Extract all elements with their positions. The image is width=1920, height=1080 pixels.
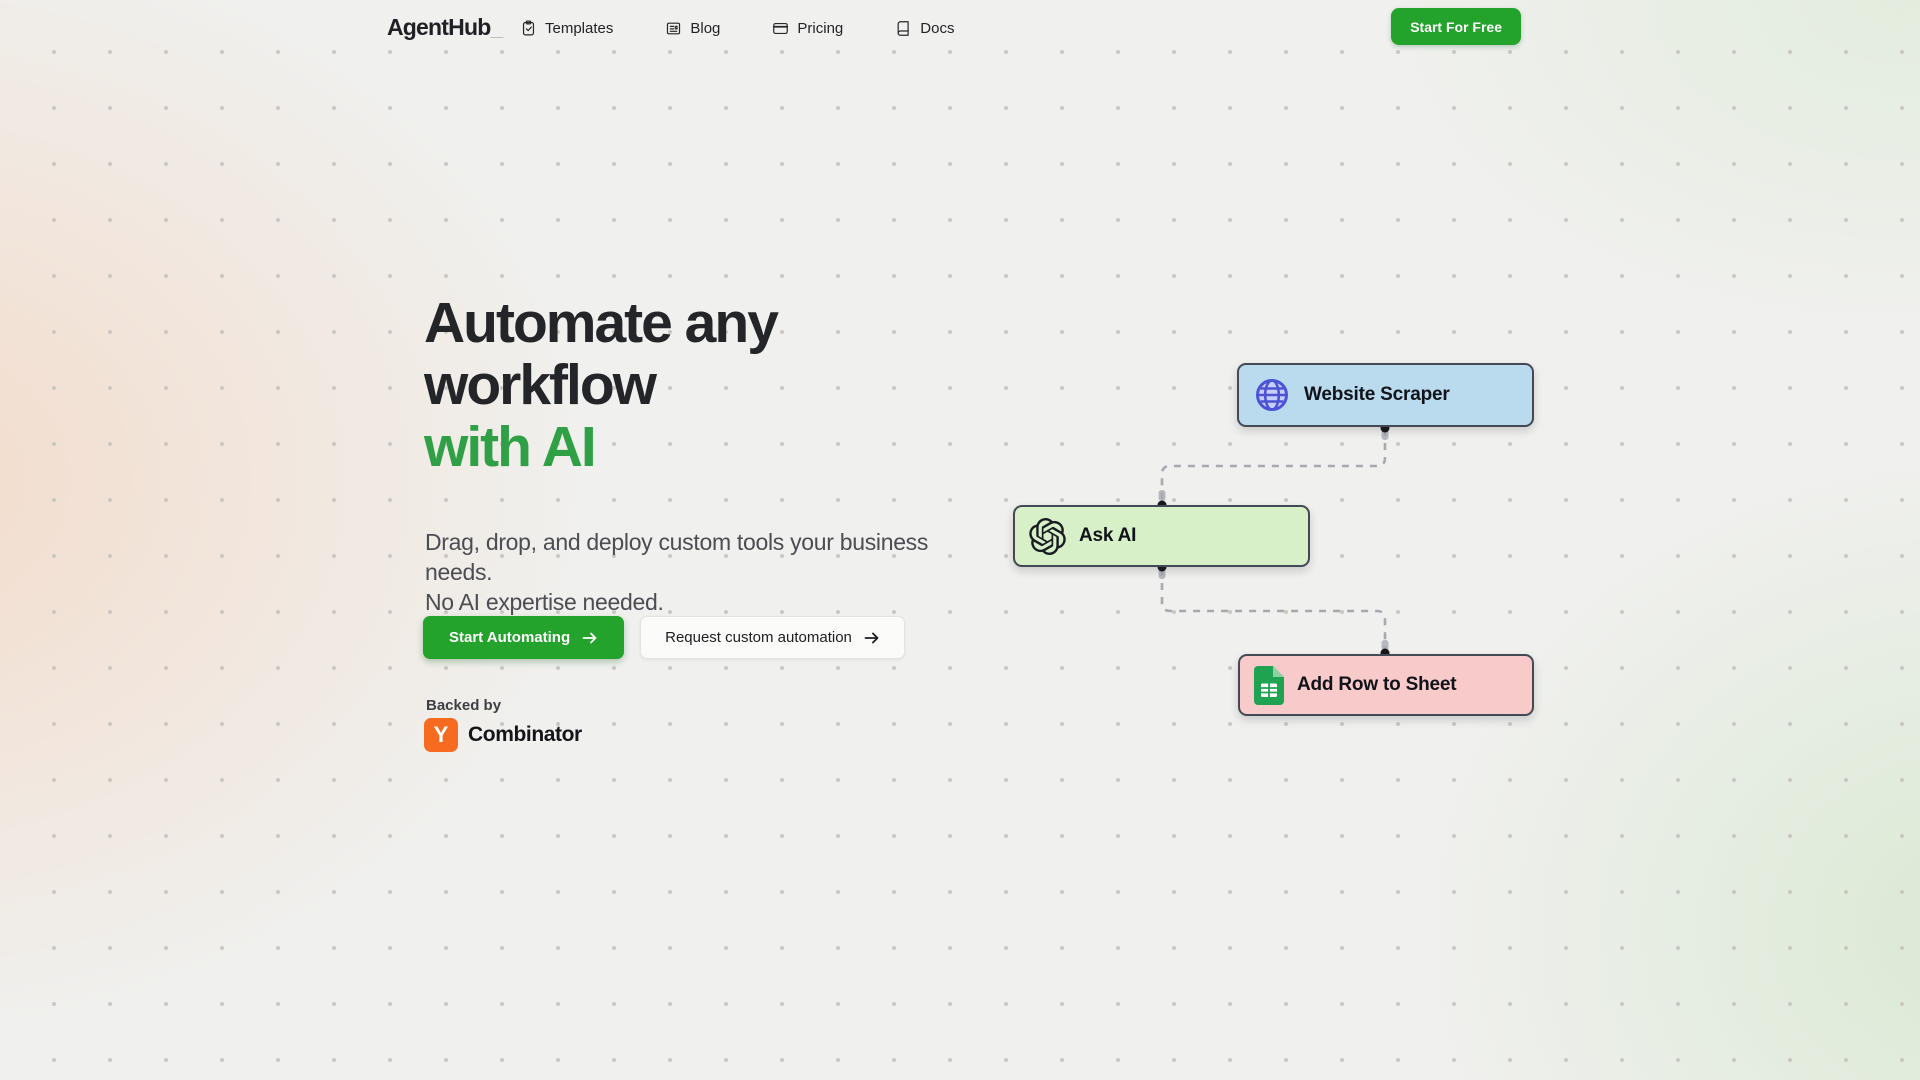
request-custom-automation-button[interactable]: Request custom automation	[640, 616, 905, 659]
backed-by-label: Backed by	[426, 697, 501, 714]
edge-askai-to-sheet	[1162, 569, 1385, 651]
brand-cursor: _	[490, 14, 502, 40]
nav-item-docs[interactable]: Docs	[895, 20, 954, 37]
edge-handle-stub	[1382, 640, 1389, 651]
globe-icon	[1253, 376, 1291, 414]
nav-item-pricing[interactable]: Pricing	[772, 20, 843, 37]
start-automating-button[interactable]: Start Automating	[423, 616, 624, 659]
title-line-1: Automate any	[424, 291, 777, 355]
nav-item-label: Blog	[690, 20, 720, 37]
nav-item-label: Templates	[545, 20, 613, 37]
start-automating-label: Start Automating	[449, 629, 570, 646]
node-label: Ask AI	[1079, 525, 1136, 547]
edge-handle-stub	[1159, 568, 1166, 579]
arrow-right-icon	[864, 632, 880, 644]
brand-logo[interactable]: AgentHub_	[387, 14, 502, 41]
subtitle-line-1: Drag, drop, and deploy custom tools your…	[425, 529, 928, 585]
request-custom-automation-label: Request custom automation	[665, 629, 852, 646]
page-title: Automate any workflow with AI	[424, 292, 1144, 478]
y-combinator-badge: Y Combinator	[424, 718, 582, 752]
newspaper-icon	[665, 20, 682, 37]
workflow-node-ask-ai[interactable]: Ask AI	[1013, 505, 1310, 567]
main-nav: Templates Blog Pricing Docs	[520, 0, 954, 56]
title-accent: with AI	[424, 415, 595, 479]
node-label: Add Row to Sheet	[1297, 674, 1456, 696]
nav-item-label: Pricing	[797, 20, 843, 37]
nav-item-templates[interactable]: Templates	[520, 20, 613, 37]
start-for-free-button[interactable]: Start For Free	[1391, 8, 1521, 45]
book-icon	[895, 20, 912, 37]
credit-card-icon	[772, 20, 789, 37]
edge-scraper-to-askai	[1162, 429, 1385, 503]
brand-name: AgentHub	[387, 14, 490, 40]
y-combinator-letter: Y	[434, 722, 449, 748]
edge-handle-stub	[1382, 429, 1389, 440]
workflow-node-website-scraper[interactable]: Website Scraper	[1237, 363, 1534, 427]
node-label: Website Scraper	[1304, 384, 1450, 406]
google-sheets-icon	[1254, 666, 1284, 705]
nav-item-label: Docs	[920, 20, 954, 37]
edge-handle-stub	[1159, 490, 1166, 501]
openai-icon	[1029, 518, 1066, 555]
hero-actions: Start Automating Request custom automati…	[423, 616, 905, 659]
backer-name: Combinator	[468, 723, 582, 747]
arrow-right-icon	[582, 632, 598, 644]
nav-item-blog[interactable]: Blog	[665, 20, 720, 37]
clipboard-check-icon	[520, 20, 537, 37]
hero-subtitle: Drag, drop, and deploy custom tools your…	[425, 527, 985, 617]
title-line-2: workflow	[424, 353, 655, 417]
y-combinator-logo[interactable]: Y	[424, 718, 458, 752]
subtitle-line-2: No AI expertise needed.	[425, 589, 664, 615]
workflow-node-add-row-to-sheet[interactable]: Add Row to Sheet	[1238, 654, 1534, 716]
